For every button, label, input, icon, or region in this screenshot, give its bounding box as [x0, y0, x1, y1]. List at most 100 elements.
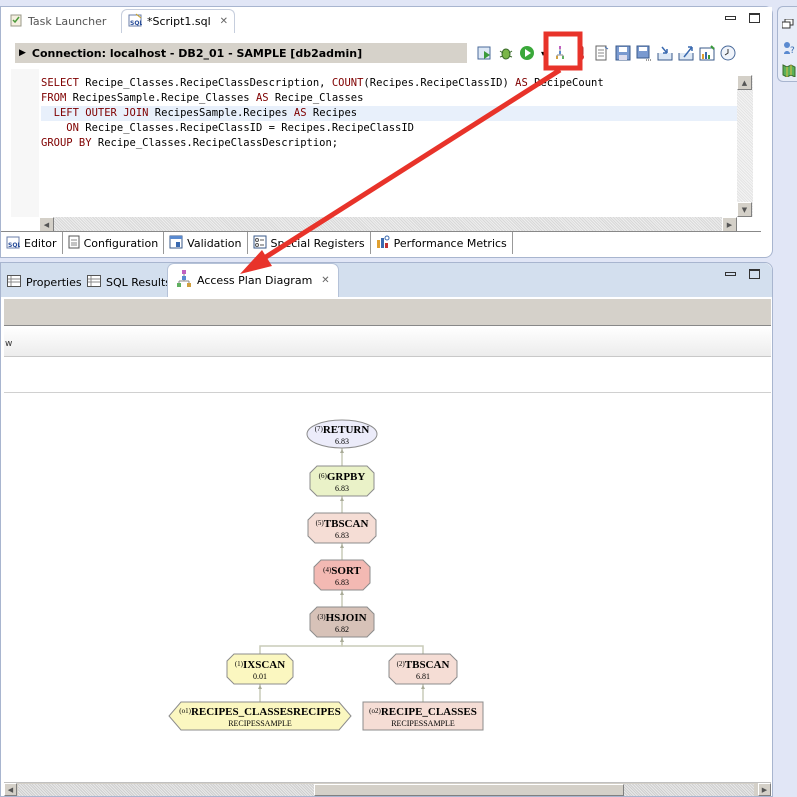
diagram-icon — [176, 270, 192, 291]
node-operator: (3)HSJOIN — [317, 612, 366, 624]
node-cost: 6.83 — [335, 437, 349, 446]
tab-access-plan-diagram[interactable]: Access Plan Diagram ✕ — [167, 263, 339, 297]
overview-text: w — [5, 339, 13, 349]
subtab-validation[interactable]: Validation — [164, 232, 248, 254]
scroll-left-button[interactable]: ◀ — [39, 217, 54, 232]
import-icon[interactable] — [656, 45, 673, 62]
svg-text:?: ? — [790, 46, 795, 55]
plan-node-sort[interactable]: (4)SORT6.83 — [313, 559, 371, 591]
table-icon — [7, 274, 21, 290]
plan-node-tbscan[interactable]: (2)TBSCAN6.81 — [388, 653, 458, 685]
close-tab-icon[interactable]: ✕ — [220, 16, 228, 27]
run-sql-file-icon[interactable] — [476, 45, 493, 62]
sql-code[interactable]: SELECT Recipe_Classes.RecipeClassDescrip… — [41, 76, 737, 151]
sql-text: RecipeCount — [527, 77, 604, 89]
chart-icon[interactable] — [698, 45, 715, 62]
visual-explain-icon[interactable] — [551, 45, 568, 62]
node-operator: (o1)RECIPES_CLASSESRECIPES — [179, 706, 340, 718]
plan-node-grpby[interactable]: (6)GRPBY6.83 — [309, 465, 375, 497]
node-cost: 6.83 — [335, 484, 349, 493]
tab-sql-results[interactable]: SQL Results — [87, 271, 171, 293]
dropdown-arrow-icon[interactable]: ▾ — [539, 45, 547, 62]
sql-keyword: COUNT — [331, 77, 364, 89]
thermometer-icon[interactable] — [572, 45, 589, 62]
scroll-left-button[interactable]: ◀ — [4, 783, 17, 796]
edge-arrow — [421, 685, 425, 689]
access-plan-graph: (7)RETURN6.83 (6)GRPBY6.83 (5)TBSCAN6.83 (4… — [168, 419, 484, 731]
overview-strip: w — [4, 327, 771, 357]
subtab-performance-metrics[interactable]: Performance Metrics — [371, 232, 513, 254]
editor-subtab-bar: SQL Editor Configuration Validation Spec… — [1, 231, 761, 255]
vertical-scrollbar[interactable]: ▲ ▼ — [737, 75, 753, 217]
sql-text: Recipe_Classes.RecipeClassID = Recipes.R… — [78, 122, 414, 134]
plan-node-hsjoin[interactable]: (3)HSJOIN6.82 — [309, 606, 375, 638]
maximize-button[interactable] — [749, 13, 760, 23]
subtab-label: Configuration — [83, 236, 159, 250]
connection-bar[interactable]: ▶ Connection: localhost - DB2_01 - SAMPL… — [15, 43, 467, 63]
run-green-icon[interactable] — [518, 45, 535, 62]
plan-node-tbscan[interactable]: (5)TBSCAN6.83 — [307, 512, 377, 544]
map-icon[interactable] — [782, 63, 796, 78]
node-cost: 6.81 — [416, 672, 430, 681]
sql-keyword: FROM — [41, 92, 67, 104]
sql-line[interactable]: FROM RecipesSample.Recipe_Classes AS Rec… — [41, 91, 737, 106]
sql-text: Recipe_Classes.RecipeClassDescription, — [78, 77, 332, 89]
plan-node-recipes-classesrecipes[interactable]: (o1)RECIPES_CLASSESRECIPESRECIPESSAMPLE — [168, 701, 352, 731]
tab-script1-sql[interactable]: SQL *Script1.sql ✕ — [121, 9, 236, 33]
scroll-right-button[interactable]: ▶ — [722, 217, 737, 232]
minimize-button[interactable] — [725, 16, 736, 20]
scroll-track[interactable] — [624, 784, 754, 796]
subtab-label: Performance Metrics — [393, 236, 507, 250]
access-plan-diagram-canvas[interactable]: (7)RETURN 6.83 (6)GRPBY 6.83 (5)TBSCAN 6.83 (4… — [4, 394, 771, 782]
history-clock-icon[interactable] — [719, 45, 736, 62]
scroll-track[interactable] — [18, 784, 314, 796]
document-icon — [68, 235, 80, 252]
sql-keyword: ON — [66, 122, 79, 134]
horizontal-scrollbar[interactable]: ◀ ▶ — [39, 217, 737, 232]
tab-task-launcher[interactable]: Task Launcher — [3, 9, 112, 33]
table-icon — [87, 274, 101, 290]
edge-arrow — [340, 591, 344, 595]
sql-text-editor[interactable]: SELECT Recipe_Classes.RecipeClassDescrip… — [11, 69, 753, 232]
scroll-right-button[interactable]: ▶ — [758, 783, 771, 796]
sql-line[interactable]: ON Recipe_Classes.RecipeClassID = Recipe… — [41, 121, 737, 136]
sql-line[interactable]: LEFT OUTER JOIN RecipesSample.Recipes AS… — [41, 106, 737, 121]
restore-icon[interactable] — [781, 18, 796, 33]
plan-node-recipe-classes[interactable]: (o2)RECIPE_CLASSESRECIPESSAMPLE — [362, 701, 484, 731]
script-properties-icon[interactable] — [593, 45, 610, 62]
diagram-horizontal-scrollbar[interactable]: ◀ ▶ — [4, 782, 771, 796]
sql-keyword: AS — [255, 92, 269, 104]
bottom-tab-bar: Properties SQL Results Access Plan Diagr… — [1, 263, 772, 297]
plan-node-return[interactable]: (7)RETURN6.83 — [306, 419, 378, 449]
maximize-button[interactable] — [749, 269, 760, 279]
node-cost: 6.83 — [335, 578, 349, 587]
subtab-special-registers[interactable]: Special Registers — [248, 232, 371, 254]
tab-label: Properties — [26, 275, 82, 289]
save-icon[interactable] — [614, 45, 631, 62]
sql-line[interactable]: GROUP BY Recipe_Classes.RecipeClassDescr… — [41, 136, 737, 151]
scroll-thumb[interactable] — [314, 784, 624, 796]
sql-line[interactable]: SELECT Recipe_Classes.RecipeClassDescrip… — [41, 76, 737, 91]
sql-text: RecipesSample.Recipe_Classes — [66, 92, 256, 104]
subtab-configuration[interactable]: Configuration — [63, 232, 165, 254]
subtab-editor[interactable]: SQL Editor — [1, 232, 63, 254]
subtab-label: Special Registers — [270, 236, 365, 250]
help-info-icon[interactable]: ? — [782, 41, 796, 56]
scroll-down-button[interactable]: ▼ — [737, 202, 752, 217]
sql-keyword: AS — [293, 107, 307, 119]
close-tab-icon[interactable]: ✕ — [321, 275, 329, 286]
export-icon[interactable] — [677, 45, 694, 62]
debug-bug-icon[interactable] — [497, 45, 514, 62]
edge-arrow — [340, 497, 344, 501]
editor-tab-bar: Task Launcher SQL *Script1.sql ✕ — [1, 7, 772, 33]
save-as-icon[interactable] — [635, 45, 652, 62]
sql-text: Recipe_Classes.RecipeClassDescription; — [91, 137, 339, 149]
node-cost: RECIPESSAMPLE — [228, 719, 292, 728]
sql-keyword: AS — [515, 77, 528, 89]
node-cost: 6.83 — [335, 531, 349, 540]
expand-triangle-icon[interactable]: ▶ — [19, 48, 26, 58]
tab-properties[interactable]: Properties — [7, 271, 82, 293]
scroll-up-button[interactable]: ▲ — [737, 75, 752, 90]
plan-node-ixscan[interactable]: (1)IXSCAN0.01 — [226, 653, 294, 685]
minimize-button[interactable] — [725, 272, 736, 276]
